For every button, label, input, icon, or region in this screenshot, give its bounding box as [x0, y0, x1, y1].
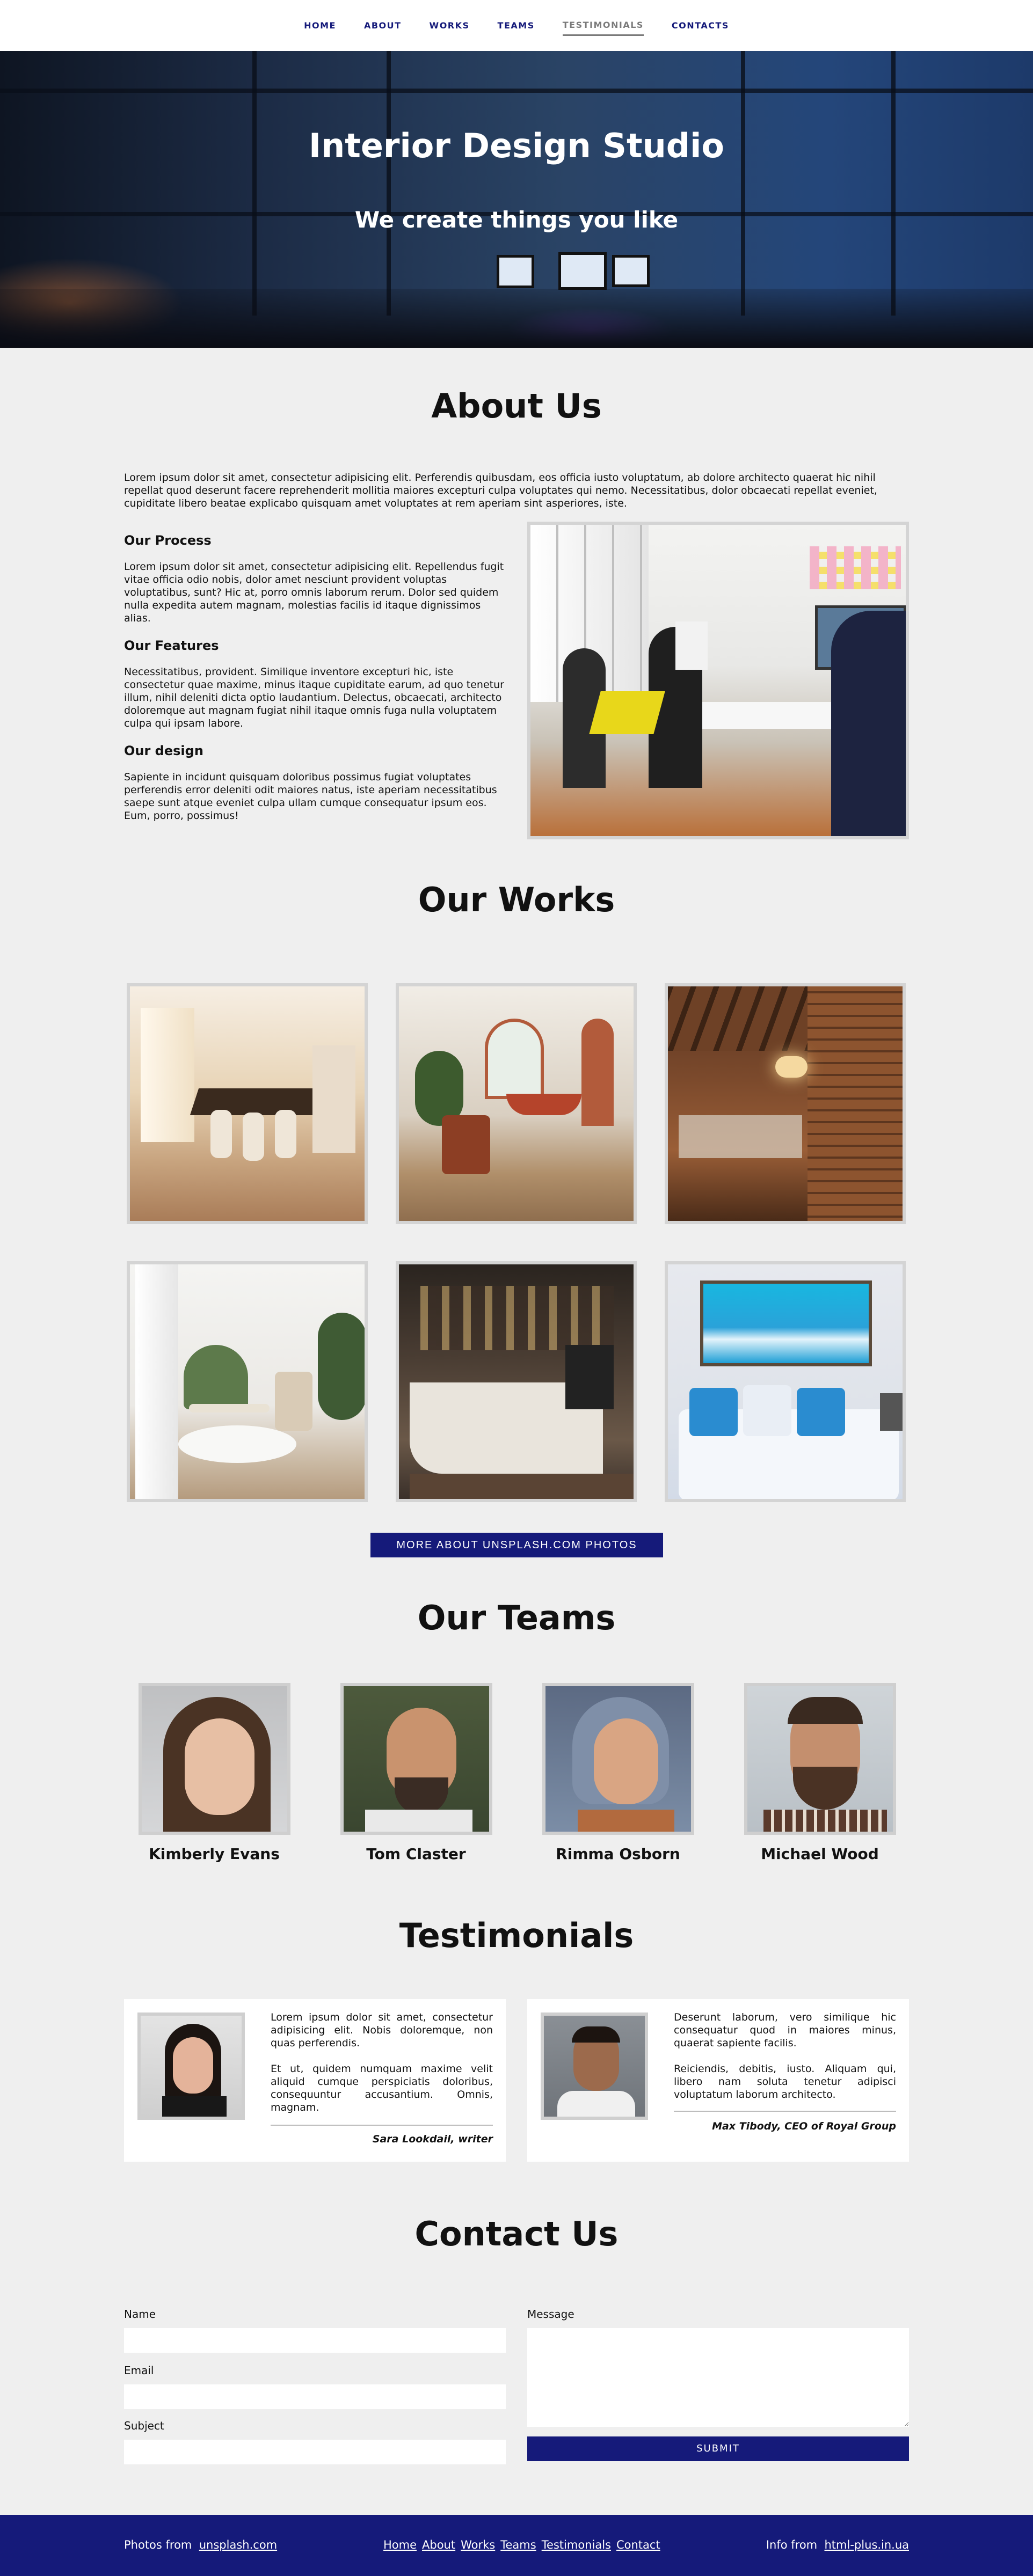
hero-subtitle: We create things you like [354, 207, 679, 233]
process-heading: Our Process [124, 533, 212, 548]
testimonial-author: Max Tibody, CEO of Royal Group [712, 2120, 896, 2132]
hero-floor [0, 289, 1033, 348]
testimonial-card: Deserunt laborum, vero similique hic con… [527, 1999, 909, 2162]
footer-link-testimonials[interactable]: Testimonials [542, 2538, 611, 2551]
message-field[interactable] [527, 2328, 909, 2427]
cafe-photo [396, 1261, 637, 1502]
nav-works[interactable]: WORKS [430, 16, 470, 35]
testimonial-avatar [541, 2012, 648, 2120]
nav-contacts[interactable]: CONTACTS [672, 16, 729, 35]
testimonial-author: Sara Lookdail, writer [372, 2133, 493, 2145]
subject-label: Subject [124, 2419, 164, 2432]
testimonials-title: Testimonials [399, 1916, 634, 1955]
about-intro: Lorem ipsum dolor sit amet, consectetur … [124, 472, 877, 509]
features-heading: Our Features [124, 638, 219, 653]
living-room-photo [396, 983, 637, 1224]
subject-field[interactable] [124, 2440, 506, 2464]
testimonial-card: Lorem ipsum dolor sit amet, consectetur … [124, 1999, 506, 2162]
nav-teams[interactable]: TEAMS [498, 16, 535, 35]
dining-room-photo [127, 983, 368, 1224]
divider [674, 2111, 896, 2112]
hero-banner: Interior Design Studio We create things … [0, 51, 1033, 348]
footer-unsplash-link[interactable]: unsplash.com [199, 2538, 277, 2551]
footer-info-link[interactable]: html-plus.in.ua [825, 2538, 910, 2551]
testimonial-text: Reiciendis, debitis, iusto. Aliquam qui,… [674, 2063, 896, 2101]
testimonial-avatar [137, 2012, 245, 2120]
team-member-name: Tom Claster [366, 1845, 466, 1863]
monitor-shape [497, 255, 534, 288]
email-label: Email [124, 2364, 154, 2377]
footer-photos-credit: Photos from unsplash.com [124, 2538, 277, 2551]
footer-link-works[interactable]: Works [461, 2538, 495, 2551]
monitor-shape [612, 255, 650, 287]
team-member-name: Rimma Osborn [556, 1845, 680, 1863]
nav-home[interactable]: HOME [304, 16, 336, 35]
avatar [340, 1683, 492, 1835]
message-label: Message [527, 2308, 574, 2321]
teams-title: Our Teams [417, 1598, 616, 1637]
divider [271, 2125, 493, 2126]
avatar [139, 1683, 290, 1835]
testimonial-text: Et ut, quidem numquam maxime velit aliqu… [271, 2063, 493, 2113]
contact-title: Contact Us [414, 2214, 619, 2253]
footer-link-home[interactable]: Home [383, 2538, 417, 2551]
design-heading: Our design [124, 743, 203, 758]
design-text: Sapiente in incidunt quisquam doloribus … [124, 771, 497, 822]
bedroom-photo [665, 1261, 906, 1502]
footer-link-teams[interactable]: Teams [500, 2538, 536, 2551]
window-frame [0, 89, 1033, 93]
white-room-photo [127, 1261, 368, 1502]
footer-nav: Home About Works Teams Testimonials Cont… [383, 2538, 660, 2551]
footer-photos-prefix: Photos from [124, 2538, 192, 2551]
team-member-name: Michael Wood [761, 1845, 879, 1863]
avatar [744, 1683, 896, 1835]
name-label: Name [124, 2308, 156, 2321]
testimonial-text: Deserunt laborum, vero similique hic con… [674, 2011, 896, 2049]
submit-button[interactable]: SUBMIT [527, 2436, 909, 2461]
footer-info-prefix: Info from [766, 2538, 818, 2551]
hero-title: Interior Design Studio [309, 126, 724, 165]
nav-testimonials[interactable]: TESTIMONIALS [562, 16, 644, 36]
footer-link-about[interactable]: About [422, 2538, 455, 2551]
footer: Photos from unsplash.com Home About Work… [0, 2515, 1033, 2576]
name-field[interactable] [124, 2328, 506, 2353]
footer-info-credit: Info from html-plus.in.ua [766, 2538, 909, 2551]
about-title: About Us [431, 386, 602, 426]
office-meeting-photo [527, 522, 909, 839]
more-photos-button[interactable]: MORE ABOUT UNSPLASH.COM PHOTOS [370, 1533, 663, 1557]
top-nav: HOME ABOUT WORKS TEAMS TESTIMONIALS CONT… [0, 0, 1033, 51]
team-member-name: Kimberly Evans [149, 1845, 280, 1863]
email-field[interactable] [124, 2384, 506, 2409]
wooden-hall-photo [665, 983, 906, 1224]
footer-link-contact[interactable]: Contact [616, 2538, 660, 2551]
monitor-shape [558, 252, 607, 290]
process-text: Lorem ipsum dolor sit amet, consectetur … [124, 561, 504, 624]
works-title: Our Works [418, 880, 615, 919]
avatar [542, 1683, 694, 1835]
features-text: Necessitatibus, provident. Similique inv… [124, 666, 504, 729]
testimonial-text: Lorem ipsum dolor sit amet, consectetur … [271, 2011, 493, 2049]
nav-about[interactable]: ABOUT [364, 16, 402, 35]
